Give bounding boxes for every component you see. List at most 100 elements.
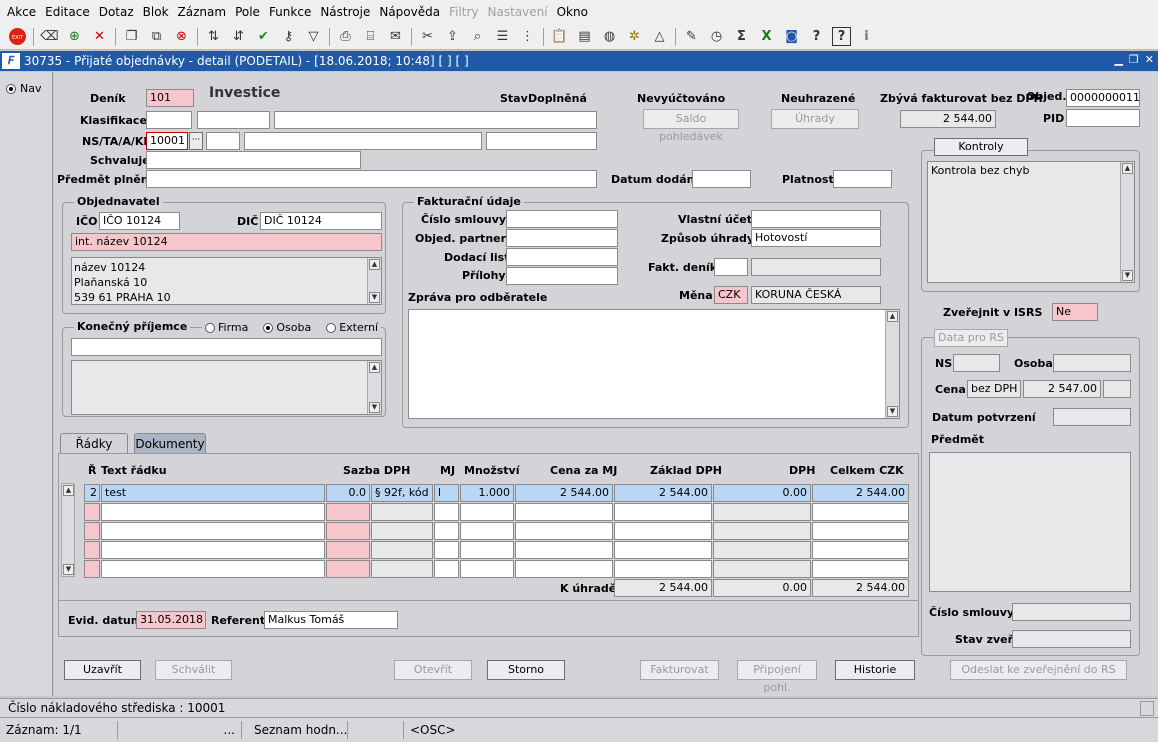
table-scrollbar[interactable]: ▲ ▼ (61, 483, 75, 577)
menu-dotaz[interactable]: Dotaz (96, 0, 137, 24)
scroll-up-icon[interactable]: ▲ (1122, 163, 1133, 174)
sort-desc-icon[interactable]: ⇵ (229, 27, 248, 46)
vlastni-ucet-field[interactable] (751, 210, 881, 228)
objed-partnera-field[interactable] (506, 229, 618, 247)
menu-editace[interactable]: Editace (42, 0, 93, 24)
datum-dodani-field[interactable] (692, 170, 751, 188)
zpusob-uhrady-field[interactable]: Hotovostí (751, 229, 881, 247)
key-icon[interactable]: ⚷ (279, 27, 298, 46)
delete-record-icon[interactable]: ✕ (90, 27, 109, 46)
cell-celkem[interactable] (812, 541, 909, 559)
print-preview-icon[interactable]: ⌸ (361, 27, 380, 46)
menu-funkce[interactable]: Funkce (266, 0, 314, 24)
cell-dph[interactable]: 0.00 (713, 484, 811, 502)
cell-zaklad[interactable] (614, 503, 712, 521)
close-icon[interactable]: ✕ (1145, 53, 1154, 66)
cell-zaklad[interactable] (614, 560, 712, 578)
evid-datum-field[interactable]: 31.05.2018 (136, 611, 206, 629)
cell-celkem[interactable] (812, 522, 909, 540)
cell-sazba[interactable]: 0.0 (326, 484, 370, 502)
nav-radio[interactable] (6, 83, 16, 94)
dodaci-list-field[interactable] (506, 248, 618, 266)
schvaluje-field[interactable] (146, 151, 361, 169)
address-scrollbar[interactable]: ▲ ▼ (367, 258, 381, 304)
zprava-area[interactable]: ▲ ▼ (408, 309, 900, 419)
cislo-smlouvy-field[interactable] (506, 210, 618, 228)
pripojeni-pohl-button[interactable]: Připojení pohl. (737, 660, 817, 694)
klasifikace-field-2[interactable] (197, 111, 270, 129)
insert-record-icon[interactable]: ⊕ (65, 27, 84, 46)
kontroly-scrollbar[interactable]: ▲ ▼ (1120, 162, 1134, 282)
menu-nastroje[interactable]: Nástroje (317, 0, 373, 24)
calendar-icon[interactable]: ◙ (782, 27, 801, 46)
fakturovat-button[interactable]: Fakturovat (640, 660, 719, 680)
help-icon[interactable]: ? (807, 27, 826, 46)
globe-icon[interactable]: ◍ (600, 27, 619, 46)
otevrit-button[interactable]: Otevřít (394, 660, 472, 680)
referent-field[interactable]: Malkus Tomáš (264, 611, 398, 629)
scroll-down-icon[interactable]: ▼ (369, 292, 380, 303)
cell-sazba[interactable] (326, 541, 370, 559)
cell-cena-mj[interactable] (515, 541, 613, 559)
klasifikace-field-3[interactable] (274, 111, 597, 129)
uhrady-button[interactable]: Úhrady (771, 109, 859, 129)
scroll-up-icon[interactable]: ▲ (887, 311, 898, 322)
mena-code-field[interactable]: CZK (714, 286, 748, 304)
exit-icon[interactable]: EXIT (8, 27, 27, 46)
ns-lookup-button[interactable]: ··· (189, 132, 203, 150)
sigma-icon[interactable]: Σ (732, 27, 751, 46)
cell-mnozstvi[interactable] (460, 560, 514, 578)
kp-field[interactable] (486, 132, 597, 150)
cell-sazba-kod[interactable]: § 92f, kód 1 (371, 484, 433, 502)
firma-radio[interactable] (205, 322, 215, 333)
menu-okno[interactable]: Okno (554, 0, 591, 24)
cell-zaklad[interactable] (614, 541, 712, 559)
note-icon[interactable]: ▤ (575, 27, 594, 46)
prijemce-scrollbar[interactable]: ▲ ▼ (367, 361, 381, 414)
scroll-down-icon[interactable]: ▼ (1122, 270, 1133, 281)
remove-icon[interactable]: ⊗ (172, 27, 191, 46)
prijemce-field[interactable] (71, 338, 382, 356)
settings-icon[interactable]: ✲ (625, 27, 644, 46)
storno-button[interactable]: Storno (487, 660, 565, 680)
copy-icon[interactable]: ❐ (122, 27, 141, 46)
tab-radky[interactable]: Řádky (60, 433, 128, 453)
cell-r[interactable]: 2 (84, 484, 100, 502)
query-icon[interactable]: ⌕ (468, 27, 487, 46)
cell-celkem[interactable]: 2 544.00 (812, 484, 909, 502)
cell-r[interactable] (84, 522, 100, 540)
menu-zaznam[interactable]: Záznam (175, 0, 230, 24)
cell-text[interactable]: test (101, 484, 325, 502)
cell-zaklad[interactable]: 2 544.00 (614, 484, 712, 502)
scroll-down-icon[interactable]: ▼ (63, 564, 74, 575)
prilohy-field[interactable] (506, 267, 618, 285)
uzavrit-button[interactable]: Uzavřít (64, 660, 141, 680)
menu-blok[interactable]: Blok (140, 0, 172, 24)
scroll-up-icon[interactable]: ▲ (369, 259, 380, 270)
cell-sazba[interactable] (326, 503, 370, 521)
cell-mj[interactable] (434, 560, 459, 578)
schvalit-button[interactable]: Schválit (155, 660, 232, 680)
objed-field[interactable]: 0000000011 (1066, 89, 1140, 107)
check-icon[interactable]: ✔ (254, 27, 273, 46)
cell-sazba[interactable] (326, 522, 370, 540)
menu-napoveda[interactable]: Nápověda (376, 0, 443, 24)
cell-text[interactable] (101, 560, 325, 578)
excel-icon[interactable]: X (757, 27, 776, 46)
historie-button[interactable]: Historie (835, 660, 915, 680)
print-icon[interactable]: ⎙ (336, 27, 355, 46)
zprava-scrollbar[interactable]: ▲ ▼ (885, 310, 899, 418)
predmet-plneni-field[interactable] (146, 170, 597, 188)
cell-text[interactable] (101, 522, 325, 540)
cell-cena-mj[interactable] (515, 560, 613, 578)
clipboard-icon[interactable]: 📋 (550, 27, 569, 46)
cell-r[interactable] (84, 503, 100, 521)
export-icon[interactable]: ⇪ (443, 27, 462, 46)
cut-icon[interactable]: ✂ (418, 27, 437, 46)
platnost-field[interactable] (833, 170, 892, 188)
edit-icon[interactable]: ✎ (682, 27, 701, 46)
ico-field[interactable]: IČO 10124 (99, 212, 180, 230)
ns-field[interactable]: 10001 (146, 132, 188, 150)
cell-mnozstvi[interactable] (460, 522, 514, 540)
tab-dokumenty[interactable]: Dokumenty (134, 433, 206, 453)
